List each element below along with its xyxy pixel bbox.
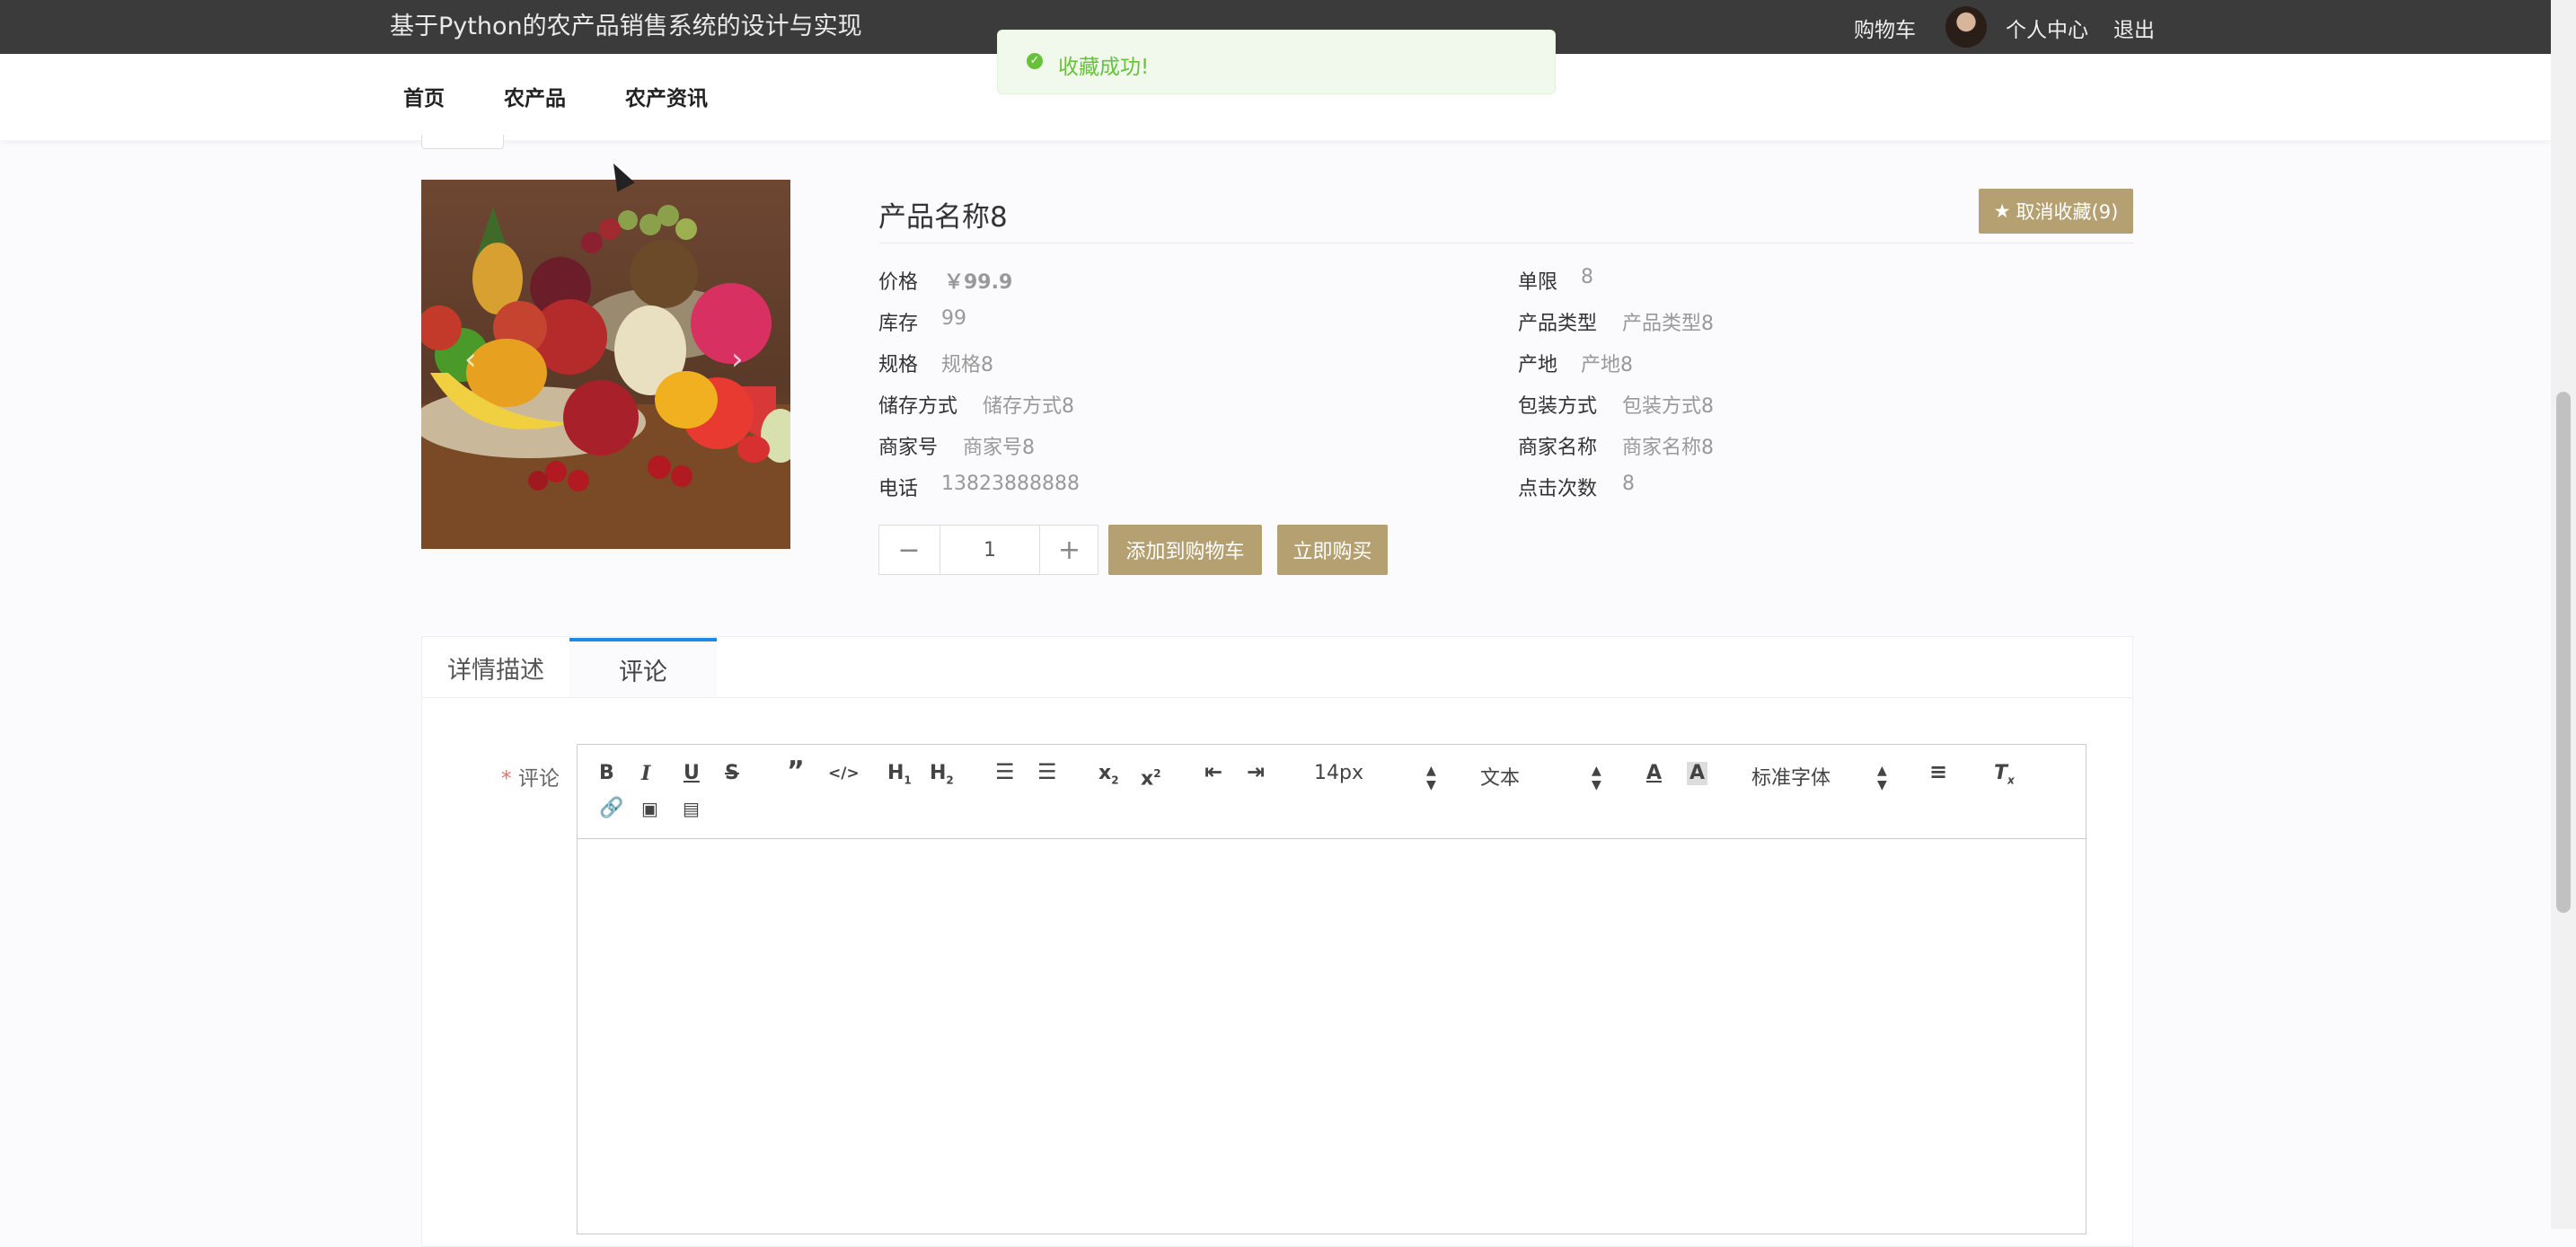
required-mark: * <box>501 767 512 791</box>
attr-label-packaging: 包装方式 <box>1518 395 1598 418</box>
buy-now-button[interactable]: 立即购买 <box>1277 525 1388 575</box>
text-style-select[interactable]: 文本 <box>1480 762 1520 791</box>
minus-icon[interactable]: − <box>878 525 940 575</box>
font-family-caret-icon: ▲ ▼ <box>1877 764 1887 792</box>
attr-value-packaging: 包装方式8 <box>1622 395 1714 418</box>
blockquote-icon[interactable]: ” <box>787 758 805 785</box>
attr-label-origin: 产地 <box>1518 354 1558 376</box>
font-size-caret-icon: ▲ ▼ <box>1426 764 1436 792</box>
unfavorite-button[interactable]: ★ 取消收藏(9) <box>1979 189 2133 234</box>
attr-label-spec: 规格 <box>878 354 919 376</box>
attr-value-origin: 产地8 <box>1581 354 1633 376</box>
code-block-icon[interactable]: </> <box>828 762 860 785</box>
attr-label-stock: 库存 <box>878 313 919 335</box>
font-size-select[interactable]: 14px <box>1314 762 1363 784</box>
image-icon[interactable]: ▣ <box>641 797 658 820</box>
product-name: 产品名称8 <box>878 201 1008 234</box>
check-circle-icon: ✓ <box>1027 53 1043 69</box>
underline-icon[interactable]: U <box>684 762 700 785</box>
attr-label-merchant-no: 商家号 <box>878 437 939 459</box>
text-style-caret-icon: ▲ ▼ <box>1592 764 1601 792</box>
comment-label: * 评论 <box>501 761 560 792</box>
unfavorite-button-label: 取消收藏(9) <box>2016 201 2119 223</box>
tab-bar-divider <box>422 697 2132 698</box>
attr-value-spec: 规格8 <box>941 354 993 376</box>
subscript-icon[interactable]: x2 <box>1098 762 1119 792</box>
attr-value-type: 产品类型8 <box>1622 313 1714 335</box>
comment-label-text: 评论 <box>517 767 560 791</box>
attr-label-phone: 电话 <box>878 478 919 500</box>
site-title[interactable]: 基于Python的农产品销售系统的设计与实现 <box>390 11 862 43</box>
tab-details[interactable]: 详情描述 <box>422 638 569 697</box>
attr-value-price: ￥99.9 <box>944 271 1013 294</box>
attr-label-clicks: 点击次数 <box>1518 478 1598 500</box>
top-cart-link[interactable]: 购物车 <box>1854 13 1916 43</box>
attr-value-clicks: 8 <box>1622 473 1635 495</box>
attr-label-type: 产品类型 <box>1518 313 1598 335</box>
back-button[interactable] <box>421 135 504 149</box>
attr-label-storage: 储存方式 <box>878 395 958 418</box>
attr-label-price: 价格 <box>878 271 919 294</box>
toast-message: 收藏成功! <box>1058 56 1150 79</box>
attr-value-stock: 99 <box>941 307 966 330</box>
star-icon: ★ <box>1993 200 2011 222</box>
product-image: ‹ › <box>421 180 790 549</box>
bold-icon[interactable]: B <box>599 762 614 785</box>
clear-format-icon[interactable]: Tx <box>1994 762 2015 792</box>
logout-link[interactable]: 退出 <box>2113 13 2155 43</box>
scrollbar-thumb[interactable] <box>2556 392 2571 913</box>
plus-icon[interactable]: + <box>1040 525 1098 575</box>
italic-icon[interactable]: I <box>641 762 650 785</box>
attr-value-limit: 8 <box>1581 266 1593 288</box>
comment-editor[interactable] <box>577 839 2086 1234</box>
font-color-icon[interactable]: A <box>1646 762 1662 785</box>
attr-label-limit: 单限 <box>1518 271 1558 294</box>
font-family-select[interactable]: 标准字体 <box>1751 762 1831 791</box>
user-center-link[interactable]: 个人中心 <box>2006 13 2088 43</box>
superscript-icon[interactable]: x2 <box>1141 762 1161 791</box>
indent-icon[interactable]: ⇥ <box>1247 760 1265 783</box>
heading-2-icon[interactable]: H2 <box>930 762 954 792</box>
video-icon[interactable]: ▤ <box>683 797 700 820</box>
attr-value-phone: 13823888888 <box>941 473 1080 495</box>
tab-comments[interactable]: 评论 <box>569 638 717 697</box>
align-icon[interactable]: ≡ <box>1929 760 1947 783</box>
nav-item-products[interactable]: 农产品 <box>504 81 566 111</box>
add-to-cart-button[interactable]: 添加到购物车 <box>1108 525 1262 575</box>
strikethrough-icon[interactable]: S <box>725 762 739 785</box>
attr-label-merchant-name: 商家名称 <box>1518 437 1598 459</box>
background-color-icon[interactable]: A <box>1687 762 1708 785</box>
heading-1-icon[interactable]: H1 <box>887 762 912 792</box>
quantity-input[interactable]: 1 <box>940 525 1040 575</box>
carousel-prev-icon[interactable]: ‹ <box>464 341 477 377</box>
attr-value-merchant-name: 商家名称8 <box>1622 437 1714 459</box>
ordered-list-icon[interactable]: ☰ <box>995 760 1015 783</box>
avatar[interactable] <box>1945 6 1987 48</box>
attr-value-merchant-no: 商家号8 <box>963 437 1035 459</box>
bullet-list-icon[interactable]: ☰ <box>1037 760 1057 783</box>
link-icon[interactable]: 🔗 <box>599 797 623 820</box>
attr-value-storage: 储存方式8 <box>983 395 1074 418</box>
nav-item-news[interactable]: 农产资讯 <box>625 81 708 111</box>
carousel-next-icon[interactable]: › <box>731 341 744 377</box>
outdent-icon[interactable]: ⇤ <box>1204 760 1222 783</box>
nav-item-home[interactable]: 首页 <box>403 81 445 111</box>
